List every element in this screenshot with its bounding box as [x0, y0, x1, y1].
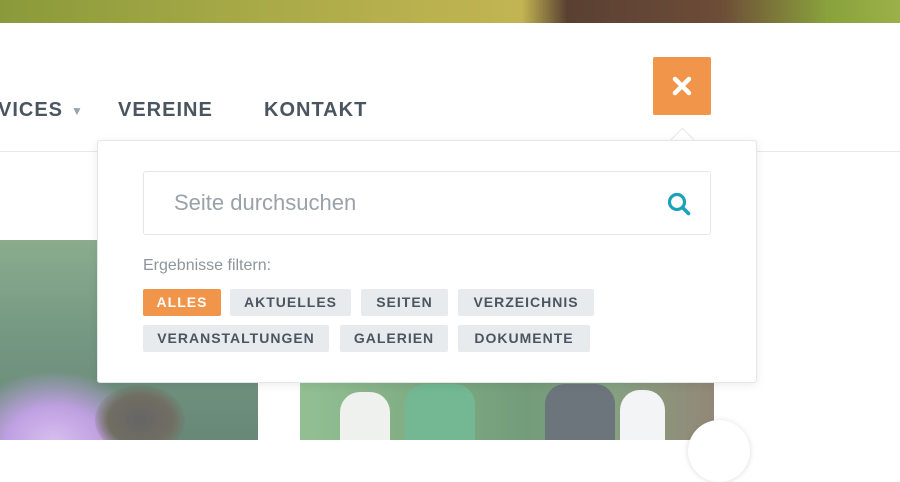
nav-item-kontakt[interactable]: KONTAKT: [264, 99, 367, 122]
filter-chip-seiten[interactable]: SEITEN: [361, 289, 448, 316]
chevron-down-icon[interactable]: ▼: [71, 104, 83, 118]
search-input[interactable]: [158, 172, 658, 234]
nav-item-vereine[interactable]: VEREINE: [118, 99, 213, 122]
hero-image-strip: [0, 0, 900, 23]
filter-chip-galerien[interactable]: GALERIEN: [340, 325, 448, 352]
filter-chip-aktuelles[interactable]: AKTUELLES: [230, 289, 351, 316]
search-icon[interactable]: [666, 191, 692, 217]
main-navbar: VICES ▼ VEREINE KONTAKT: [0, 23, 900, 152]
filter-chip-veranstaltungen[interactable]: VERANSTALTUNGEN: [143, 325, 329, 352]
close-search-button[interactable]: [653, 57, 711, 115]
nav-item-services[interactable]: VICES: [0, 99, 63, 122]
filter-chip-alles[interactable]: ALLES: [143, 289, 221, 316]
filter-label: Ergebnisse filtern:: [143, 257, 272, 274]
filter-chip-dokumente[interactable]: DOKUMENTE: [458, 325, 590, 352]
close-icon: [672, 76, 692, 96]
search-box: [143, 171, 711, 235]
search-panel: Ergebnisse filtern: ALLES AKTUELLES SEIT…: [97, 140, 757, 383]
filter-chip-verzeichnis[interactable]: VERZEICHNIS: [458, 289, 594, 316]
